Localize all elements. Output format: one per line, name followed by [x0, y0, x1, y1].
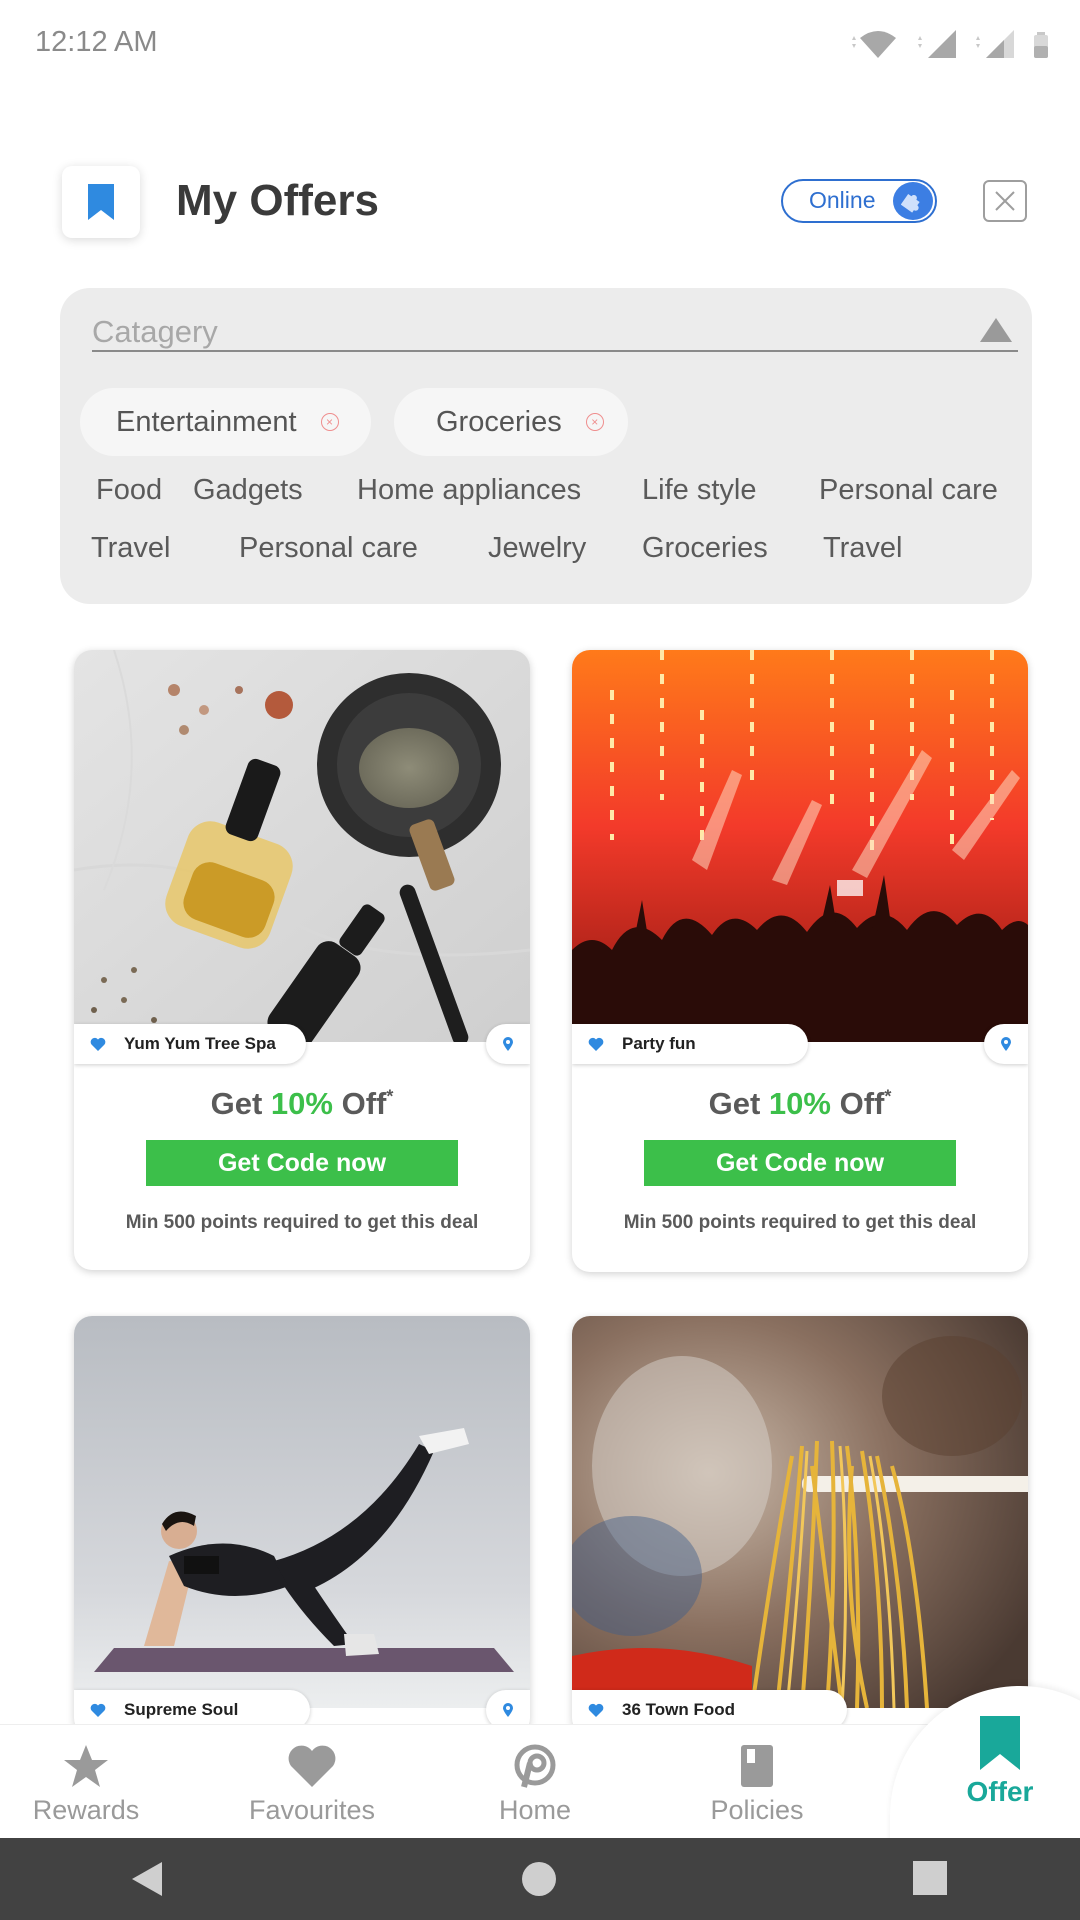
- offer-percent: 10%: [768, 1086, 831, 1121]
- category-dropdown[interactable]: Catagery: [92, 308, 1018, 352]
- location-pin-icon[interactable]: [984, 1024, 1028, 1064]
- offer-name: Yum Yum Tree Spa: [124, 1034, 276, 1053]
- wifi-icon: [852, 31, 896, 58]
- category-item-gadgets[interactable]: Gadgets: [193, 474, 303, 507]
- offer-suffix: Off: [332, 1086, 387, 1121]
- offer-prefix: Get: [210, 1086, 271, 1121]
- back-icon[interactable]: [130, 1860, 164, 1898]
- category-item-personal-care[interactable]: Personal care: [819, 474, 998, 507]
- status-time: 12:12 AM: [35, 26, 158, 58]
- nav-item-home[interactable]: Home: [445, 1725, 625, 1839]
- home-logo-icon: [514, 1744, 556, 1788]
- offer-asterisk: *: [386, 1086, 394, 1107]
- nav-label: Offer: [966, 1776, 1034, 1807]
- get-code-button[interactable]: Get Code now: [146, 1140, 458, 1186]
- nav-label: Favourites: [248, 1795, 376, 1825]
- header: My Offers Online: [0, 160, 1080, 250]
- get-code-button[interactable]: Get Code now: [644, 1140, 956, 1186]
- signal-icon: [918, 30, 956, 58]
- nav-item-rewards[interactable]: Rewards: [0, 1725, 176, 1839]
- category-item-travel[interactable]: Travel: [91, 532, 171, 565]
- category-item-food[interactable]: Food: [96, 474, 162, 507]
- battery-icon: [1034, 32, 1048, 58]
- offer-name: Supreme Soul: [124, 1700, 239, 1719]
- category-panel: Catagery Entertainment × Groceries × Foo…: [60, 288, 1032, 604]
- dropdown-arrow-icon[interactable]: [980, 318, 1012, 342]
- home-button-icon[interactable]: [520, 1860, 558, 1898]
- offer-headline: Get 10% Off*: [74, 1086, 530, 1122]
- chip-entertainment[interactable]: Entertainment ×: [80, 388, 371, 456]
- category-item-personal-care[interactable]: Personal care: [239, 532, 418, 565]
- heart-icon: [288, 1745, 336, 1787]
- heart-icon[interactable]: [588, 1037, 604, 1052]
- star-icon: [64, 1745, 108, 1787]
- bookmark-badge: [62, 166, 140, 238]
- bookmark-icon: [980, 1716, 1020, 1770]
- category-item-life-style[interactable]: Life style: [642, 474, 756, 507]
- heart-icon[interactable]: [588, 1703, 604, 1718]
- status-bar: 12:12 AM: [0, 0, 1080, 88]
- nav-item-favourites[interactable]: Favourites: [222, 1725, 402, 1839]
- offer-name: Party fun: [622, 1034, 696, 1053]
- chip-label: Entertainment: [116, 405, 297, 438]
- category-item-groceries[interactable]: Groceries: [642, 532, 768, 565]
- offer-percent: 10%: [270, 1086, 333, 1121]
- remove-chip-icon[interactable]: ×: [320, 413, 339, 431]
- offer-name-tag: Yum Yum Tree Spa: [74, 1024, 306, 1064]
- offer-headline: Get 10% Off*: [572, 1086, 1028, 1122]
- chip-label: Groceries: [436, 405, 562, 438]
- offer-image: [74, 650, 530, 1042]
- category-item-home-appliances[interactable]: Home appliances: [357, 474, 581, 507]
- recents-icon[interactable]: [912, 1860, 948, 1896]
- nav-label: Policies: [710, 1795, 804, 1825]
- online-toggle[interactable]: Online: [781, 179, 937, 223]
- offer-suffix: Off: [830, 1086, 885, 1121]
- category-placeholder: Catagery: [92, 314, 218, 349]
- chip-groceries[interactable]: Groceries ×: [394, 388, 628, 456]
- offer-name: 36 Town Food: [622, 1700, 736, 1719]
- nav-item-offer[interactable]: Offer: [910, 1708, 1080, 1818]
- nav-label: Home: [498, 1795, 572, 1825]
- offer-image: [74, 1316, 530, 1708]
- signal-icon-2: [976, 30, 1014, 58]
- page-title: My Offers: [176, 176, 379, 225]
- close-button[interactable]: [983, 180, 1027, 222]
- offer-asterisk: *: [884, 1086, 892, 1107]
- puzzle-icon: [893, 182, 933, 220]
- location-pin-icon[interactable]: [486, 1024, 530, 1064]
- screen: 12:12 AM My Offers Online Catagery Enter…: [0, 0, 1080, 1920]
- online-label: Online: [809, 187, 876, 213]
- category-item-jewelry[interactable]: Jewelry: [488, 532, 586, 565]
- status-icons: [846, 30, 1050, 60]
- offer-card[interactable]: 36 Town Food: [572, 1316, 1028, 1736]
- nav-item-policies[interactable]: Policies: [667, 1725, 847, 1839]
- offer-name-tag: Party fun: [572, 1024, 808, 1064]
- offer-image: [572, 1316, 1028, 1708]
- close-icon: [995, 191, 1015, 211]
- offer-card[interactable]: Supreme Soul: [74, 1316, 530, 1736]
- offer-prefix: Get: [708, 1086, 769, 1121]
- min-points-note: Min 500 points required to get this deal: [623, 1212, 977, 1233]
- bookmark-icon: [88, 184, 114, 220]
- remove-chip-icon[interactable]: ×: [585, 413, 604, 431]
- category-item-travel[interactable]: Travel: [823, 532, 903, 565]
- offer-card[interactable]: Yum Yum Tree Spa Get 10% Off* Get Code n…: [74, 650, 530, 1270]
- book-icon: [741, 1745, 773, 1787]
- offer-image: [572, 650, 1028, 1042]
- android-nav-bar: [0, 1838, 1080, 1920]
- heart-icon[interactable]: [90, 1037, 106, 1052]
- min-points-note: Min 500 points required to get this deal: [125, 1212, 479, 1233]
- offer-card[interactable]: Party fun Get 10% Off* Get Code now Min …: [572, 650, 1028, 1272]
- nav-label: Rewards: [32, 1795, 140, 1825]
- heart-icon[interactable]: [90, 1703, 106, 1718]
